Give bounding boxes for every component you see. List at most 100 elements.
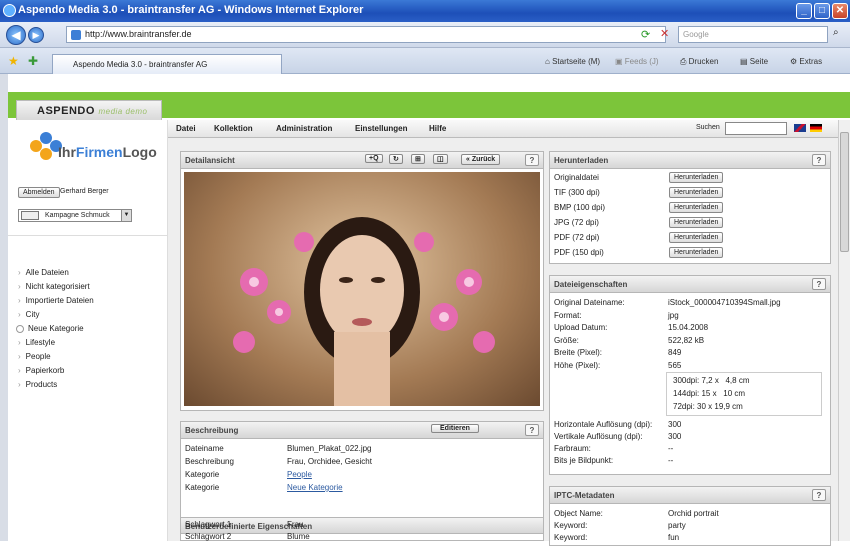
fit-icon[interactable]: ⊞ [411,154,425,164]
favorites-star-icon[interactable]: ★ [8,54,19,68]
sidebar-item[interactable]: › City [16,310,39,319]
sidebar-item[interactable]: › Lifestyle [16,338,55,347]
download-format-label: JPG (72 dpi) [554,218,599,227]
menu-einstellungen[interactable]: Einstellungen [355,124,407,133]
tab-aspendo[interactable]: Aspendo Media 3.0 - braintransfer AG [52,54,282,74]
print-button[interactable]: ⎙ Drucken [680,57,718,67]
download-button[interactable]: Herunterladen [669,232,724,243]
help-icon[interactable]: ? [525,154,539,166]
extras-menu-button[interactable]: ⚙ Extras [790,57,822,66]
image-preview[interactable] [184,172,540,406]
minimize-button[interactable]: _ [796,3,812,19]
download-title: Herunterladen [554,156,609,165]
field-value[interactable]: Neue Kategorie [287,483,343,492]
sidebar-item[interactable]: › Alle Dateien [16,268,69,277]
compare-icon[interactable]: ◫ [433,154,448,164]
logout-button[interactable]: Abmelden [18,187,60,198]
menu-datei[interactable]: Datei [176,124,196,133]
print-label: Drucken [688,57,719,66]
menu-hilfe[interactable]: Hilfe [429,124,446,133]
page-icon [71,30,81,40]
scrollbar-thumb[interactable] [840,132,849,252]
iptc-panel: IPTC-Metadaten ? Object Name: Orchid port… [549,486,831,546]
description-title: Beschreibung [185,426,239,435]
download-button[interactable]: Herunterladen [669,217,724,228]
logo-prefix: Ihr [58,144,76,160]
property-value: -- [668,456,674,465]
download-button[interactable]: Herunterladen [669,202,724,213]
bullet-icon: › [18,380,21,389]
menu-administration[interactable]: Administration [276,124,332,133]
sidebar-item[interactable]: › Products [16,380,57,389]
download-button[interactable]: Herunterladen [669,172,724,183]
tab-label: Aspendo Media 3.0 - braintransfer AG [73,60,208,69]
print-sizes-box: 300dpi: 7,2 x 4,8 cm 144dpi: 15 x 10 cm 72… [666,372,822,416]
help-icon[interactable]: ? [812,489,826,501]
home-button[interactable]: ⌂ Startseite (M) [545,57,600,66]
flag-de-icon[interactable] [810,124,822,132]
sidebar-item[interactable]: › Importierte Dateien [16,296,94,305]
search-placeholder: Google [683,30,709,39]
help-icon[interactable]: ? [812,278,826,290]
page-scrollbar[interactable] [838,120,850,541]
field-label: Kategorie [185,483,220,492]
back-link-button[interactable]: « Zurück [461,154,501,165]
sidebar-item[interactable]: › People [16,352,51,361]
search-icon[interactable]: ⌕ [833,27,839,38]
property-label: Original Dateiname: [554,298,625,307]
help-icon[interactable]: ? [812,154,826,166]
add-favorites-icon[interactable]: ✚ [28,54,38,68]
download-panel: Herunterladen ? Originaldatei Herunterlad… [549,151,831,264]
property-value: iStock_000004710394Small.jpg [668,298,781,307]
flag-uk-icon[interactable] [794,124,806,132]
download-button[interactable]: Herunterladen [669,247,724,258]
property-label: Höhe (Pixel): [554,360,601,370]
description-header: Beschreibung Editieren ? [181,422,543,439]
sidebar-item-label: Lifestyle [25,338,56,347]
field-value: Frau, Orchidee, Gesicht [287,457,372,466]
stop-icon[interactable]: ✕ [660,27,669,40]
app-search-input[interactable] [725,122,787,135]
iptc-label: Keyword: [554,521,588,530]
edit-button[interactable]: Editieren [431,424,479,433]
window-titlebar: Aspendo Media 3.0 - braintransfer AG - W… [0,0,850,22]
download-format-label: Originaldatei [554,173,599,182]
custom-props-header: Benutzerdefinierte Eigenschaften [181,517,543,534]
menu-kollektion[interactable]: Kollektion [214,124,253,133]
bullet-icon: › [18,282,21,291]
sidebar-divider [8,235,167,236]
bullet-icon: › [18,366,21,375]
campaign-select[interactable]: Kampagne Schmuck ▼ [18,209,132,222]
home-label: Startseite (M) [552,57,601,66]
iptc-label: Object Name: [554,509,603,518]
download-button[interactable]: Herunterladen [669,187,724,198]
property-label: Upload Datum: [554,323,608,332]
sidebar-item[interactable]: Neue Kategorie [16,324,84,333]
zoom-in-icon[interactable]: +Q [365,154,383,163]
forward-button[interactable]: ▶ [28,27,44,43]
field-value[interactable]: People [287,470,312,479]
close-button[interactable]: ✕ [832,3,848,19]
refresh-icon[interactable]: ⟳ [641,28,650,41]
property-value: -- [668,444,674,453]
logo-suffix: Logo [122,144,157,160]
help-icon[interactable]: ? [525,424,539,436]
sidebar-item[interactable]: › Papierkorb [16,366,64,375]
brand-tab: ASPENDO media demo [16,100,162,120]
field-label: Kategorie [185,470,220,479]
page-menu-button[interactable]: ▤ Seite [740,57,768,66]
sidebar-item[interactable]: › Nicht kategorisiert [16,282,90,291]
back-button[interactable]: ◀ [6,25,26,45]
company-logo: IhrFirmenLogo [28,130,158,164]
search-input[interactable]: Google [678,26,828,43]
property-value: 300 [668,420,682,429]
maximize-button[interactable]: □ [814,3,830,19]
portrait-image [233,217,495,406]
bullet-icon: › [18,310,21,319]
feeds-button[interactable]: ▣ Feeds (J) [615,57,659,66]
url-field[interactable]: http://www.braintransfer.de [66,26,666,43]
property-label: Horizontale Auflösung (dpi): [554,420,653,429]
rotate-icon[interactable]: ↻ [389,154,403,164]
download-format-label: TIF (300 dpi) [554,188,600,197]
download-format-label: PDF (150 dpi) [554,248,604,257]
